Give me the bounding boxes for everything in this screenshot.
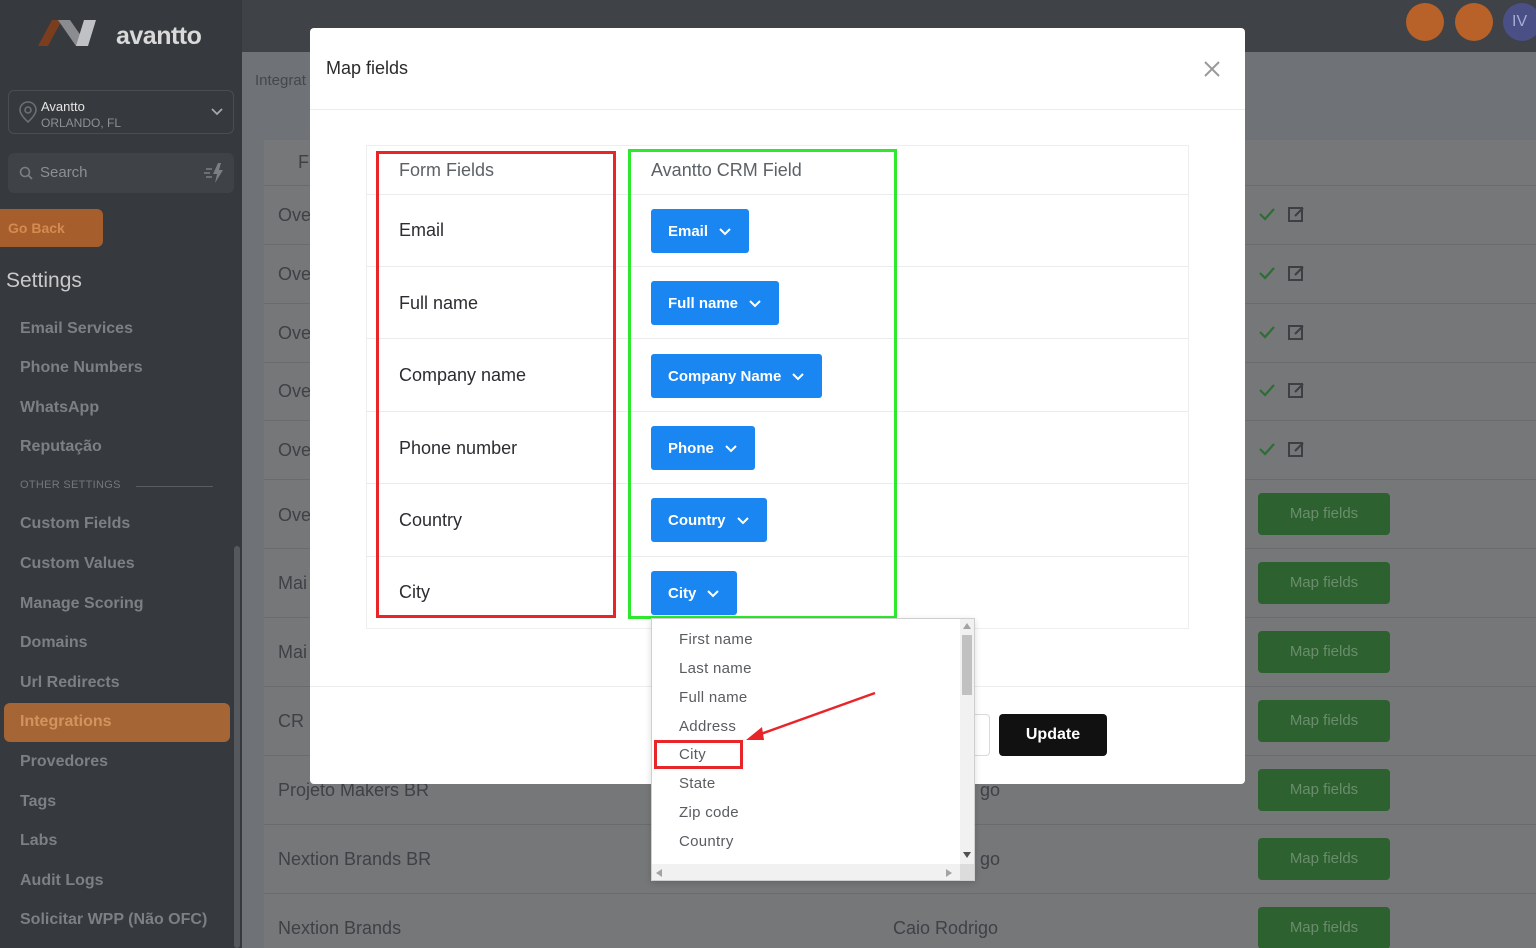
sidebar-item-integrations[interactable]: Integrations (4, 703, 230, 742)
cancel-button[interactable] (974, 714, 990, 756)
user-avatar[interactable]: IV (1503, 3, 1536, 41)
sidebar-item-tags[interactable]: Tags (20, 793, 56, 811)
avantto-logo-icon (38, 20, 96, 46)
location-city: ORLANDO, FL (41, 116, 122, 130)
annotation-city-highlight (654, 740, 743, 769)
sidebar-item-manage-scoring[interactable]: Manage Scoring (20, 595, 144, 613)
sidebar-item-email-services[interactable]: Email Services (20, 320, 133, 338)
sidebar-item-label: Integrations (20, 713, 112, 730)
map-pin-icon (19, 101, 37, 124)
user-initials: IV (1512, 13, 1528, 30)
map-fields-button[interactable]: Map fields (1258, 838, 1390, 880)
edit-icon[interactable] (1287, 440, 1305, 458)
edit-icon[interactable] (1287, 381, 1305, 399)
scroll-left-arrow-icon[interactable] (656, 869, 662, 877)
listbox-option[interactable]: Country (679, 833, 734, 850)
scroll-up-arrow-icon[interactable] (963, 623, 971, 629)
listbox-vertical-scrollbar[interactable] (960, 619, 974, 864)
sidebar-scrollbar[interactable] (234, 546, 240, 948)
table-row-name: Ove (278, 440, 312, 460)
map-fields-button[interactable]: Map fields (1258, 907, 1390, 948)
sidebar-item-custom-values[interactable]: Custom Values (20, 555, 135, 573)
sidebar-item-phone-numbers[interactable]: Phone Numbers (20, 359, 143, 377)
search-icon (19, 166, 33, 180)
other-settings-label: OTHER SETTINGS (20, 479, 121, 491)
location-name: Avantto (41, 99, 85, 114)
divider (310, 109, 1245, 110)
settings-heading: Settings (6, 269, 82, 292)
breadcrumb: Integrat (255, 72, 306, 89)
map-fields-button[interactable]: Map fields (1258, 769, 1390, 811)
phone-call-icon[interactable] (1406, 3, 1444, 41)
table-row-name: Mai (278, 642, 308, 662)
map-fields-button[interactable]: Map fields (1258, 700, 1390, 742)
lightning-bolt-icon[interactable] (202, 161, 226, 185)
annotation-red-box (376, 151, 616, 618)
table-row-name: Ove (278, 505, 312, 525)
scroll-down-arrow-icon[interactable] (963, 852, 971, 858)
table-row-name: Ove (278, 205, 312, 225)
check-icon (1259, 267, 1275, 280)
map-fields-button[interactable]: Map fields (1258, 631, 1390, 673)
sidebar-item-custom-fields[interactable]: Custom Fields (20, 515, 130, 533)
table-row-name: CR (278, 711, 304, 731)
table-row-name: Ove (278, 264, 312, 284)
listbox-horizontal-scrollbar[interactable] (652, 864, 960, 880)
listbox-option[interactable]: Full name (679, 689, 748, 706)
table-row-name: Mai (278, 573, 308, 593)
edit-icon[interactable] (1287, 323, 1305, 341)
brand-name: avantto (116, 21, 202, 50)
location-switcher[interactable]: Avantto ORLANDO, FL (8, 90, 234, 134)
map-fields-button[interactable]: Map fields (1258, 562, 1390, 604)
notification-bell-icon[interactable] (1455, 3, 1493, 41)
table-row-name: Nextion Brands (278, 918, 402, 938)
scrollbar-thumb[interactable] (962, 635, 972, 695)
sidebar-item-solicitar-wpp[interactable]: Solicitar WPP (Não OFC) (20, 911, 207, 929)
sidebar-item-url-redirects[interactable]: Url Redirects (20, 674, 120, 692)
sidebar-item-provedores[interactable]: Provedores (20, 753, 108, 771)
update-button[interactable]: Update (999, 714, 1107, 756)
scrollbar-corner (960, 864, 974, 880)
table-row-name: Nextion Brands BR (278, 849, 432, 869)
check-icon (1259, 443, 1275, 456)
sidebar-item-reputacao[interactable]: Reputação (20, 438, 102, 456)
check-icon (1259, 326, 1275, 339)
divider (136, 486, 213, 487)
check-icon (1259, 208, 1275, 221)
edit-icon[interactable] (1287, 205, 1305, 223)
sidebar-item-labs[interactable]: Labs (20, 832, 57, 850)
check-icon (1259, 384, 1275, 397)
annotation-green-box (628, 149, 897, 619)
scroll-right-arrow-icon[interactable] (946, 869, 952, 877)
sidebar-item-audit-logs[interactable]: Audit Logs (20, 872, 104, 890)
listbox-option[interactable]: First name (679, 631, 753, 648)
go-back-button[interactable]: Go Back (0, 209, 103, 247)
row-divider (264, 893, 1536, 894)
brand-logo[interactable]: avantto (38, 16, 202, 56)
edit-icon[interactable] (1287, 264, 1305, 282)
table-row-owner: Caio Rodrigo (893, 918, 999, 938)
listbox-option[interactable]: Last name (679, 660, 752, 677)
listbox-option[interactable]: Address (679, 718, 736, 735)
table-row-owner: go (980, 849, 1001, 869)
annotation-arrow-icon (746, 691, 876, 740)
listbox-option[interactable]: Zip code (679, 804, 739, 821)
sidebar-item-domains[interactable]: Domains (20, 634, 88, 652)
map-fields-button[interactable]: Map fields (1258, 493, 1390, 535)
close-icon[interactable] (1201, 58, 1223, 80)
sidebar: avantto Avantto ORLANDO, FL Search Go Ba… (0, 0, 242, 948)
search-input[interactable]: Search (40, 164, 88, 181)
go-back-label: Go Back (8, 220, 65, 236)
table-header: F (298, 152, 309, 172)
table-row-name: Ove (278, 323, 312, 343)
modal-title: Map fields (326, 58, 409, 78)
sidebar-search[interactable]: Search (8, 153, 234, 193)
listbox-option[interactable]: State (679, 775, 716, 792)
table-row-name: Ove (278, 381, 312, 401)
sidebar-item-whatsapp[interactable]: WhatsApp (20, 399, 99, 417)
chevron-down-icon (211, 108, 223, 116)
